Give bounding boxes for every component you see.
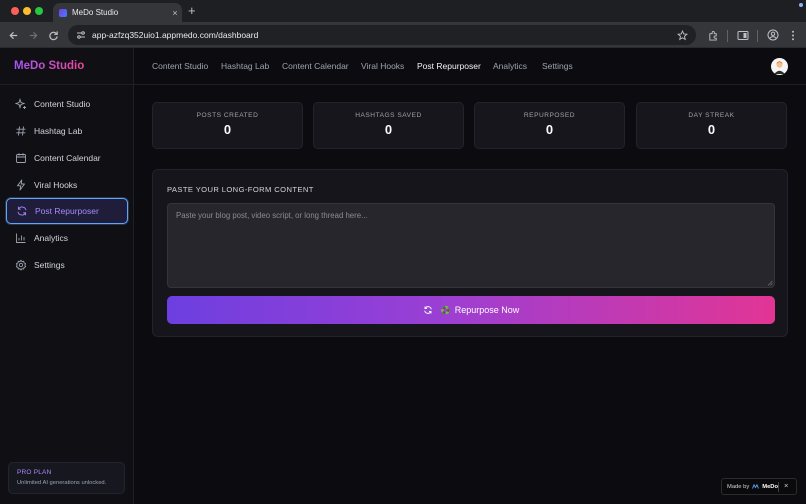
reload-icon xyxy=(48,30,58,40)
sidebar-item-content-calendar[interactable]: Content Calendar xyxy=(6,145,128,171)
sidebar-item-viral-hooks[interactable]: Viral Hooks xyxy=(6,172,128,198)
repurpose-now-button[interactable]: ♻️ Repurpose Now xyxy=(167,296,775,324)
stat-card-day-streak: DAY STREAK 0 xyxy=(636,102,787,149)
side-panel-icon xyxy=(737,30,749,40)
topnav-link-content-studio[interactable]: Content Studio xyxy=(152,61,208,71)
resize-grip-icon[interactable] xyxy=(767,280,773,286)
arrow-right-icon xyxy=(29,31,38,39)
hash-icon xyxy=(15,125,27,137)
topnav-link-hashtag-lab[interactable]: Hashtag Lab xyxy=(221,61,269,71)
lightning-icon xyxy=(15,179,27,191)
puzzle-icon xyxy=(708,30,717,41)
app-root: MeDo Studio Content Studio Hashtag Lab C… xyxy=(0,48,806,504)
button-label: Repurpose Now xyxy=(454,305,520,315)
calendar-icon xyxy=(15,152,27,164)
sidebar-item-label: Settings xyxy=(34,260,65,270)
close-badge-icon[interactable]: × xyxy=(784,481,788,490)
browser-tab[interactable]: MeDo Studio × xyxy=(53,3,182,22)
repurposer-panel: PASTE YOUR LONG-FORM CONTENT ♻️ Repurpos… xyxy=(152,169,788,337)
sidebar: MeDo Studio Content Studio Hashtag Lab C… xyxy=(0,48,134,504)
sidebar-item-hashtag-lab[interactable]: Hashtag Lab xyxy=(6,118,128,144)
browser-window: MeDo Studio × + app-azfzq352uio1.appmedo… xyxy=(0,0,806,504)
close-window-button[interactable] xyxy=(11,7,19,15)
bar-chart-icon xyxy=(15,232,27,244)
url-text: app-azfzq352uio1.appmedo.com/dashboard xyxy=(92,30,259,40)
reload-button[interactable] xyxy=(44,26,62,44)
stat-card-hashtags-saved: HASHTAGS SAVED 0 xyxy=(313,102,464,149)
sidebar-item-analytics[interactable]: Analytics xyxy=(6,225,128,251)
address-bar[interactable]: app-azfzq352uio1.appmedo.com/dashboard xyxy=(68,25,696,45)
stat-value: 0 xyxy=(545,122,554,137)
topnav-link-analytics[interactable]: Analytics xyxy=(493,61,527,71)
sidebar-item-label: Hashtag Lab xyxy=(34,126,83,136)
site-settings-icon[interactable] xyxy=(76,30,86,40)
side-panel-button[interactable] xyxy=(734,26,752,44)
user-avatar[interactable] xyxy=(771,58,788,75)
new-tab-button[interactable]: + xyxy=(188,3,196,19)
made-by-badge[interactable]: Made by MeDo × xyxy=(721,478,797,495)
long-form-content-input[interactable] xyxy=(167,203,775,288)
sidebar-item-label: Viral Hooks xyxy=(34,180,78,190)
stat-card-posts-created: POSTS CREATED 0 xyxy=(152,102,303,149)
back-button[interactable] xyxy=(4,26,22,44)
top-nav: Content Studio Hashtag Lab Content Calen… xyxy=(134,48,806,85)
badge-divider xyxy=(778,482,779,492)
stat-value: 0 xyxy=(707,122,716,137)
sidebar-item-settings[interactable]: Settings xyxy=(6,252,128,278)
extensions-button[interactable] xyxy=(704,26,722,44)
tab-title: MeDo Studio xyxy=(72,8,119,17)
stat-label: DAY STREAK xyxy=(688,112,735,119)
maximize-window-button[interactable] xyxy=(35,7,43,15)
minimize-window-button[interactable] xyxy=(23,7,31,15)
pro-plan-title: PRO PLAN xyxy=(17,469,52,476)
arrow-left-icon xyxy=(8,31,17,39)
forward-button[interactable] xyxy=(24,26,42,44)
topnav-link-content-calendar[interactable]: Content Calendar xyxy=(282,61,349,71)
app-logo[interactable]: MeDo Studio xyxy=(14,60,84,72)
stat-value: 0 xyxy=(223,122,232,137)
refresh-icon xyxy=(16,205,28,217)
stat-card-repurposed: REPURPOSED 0 xyxy=(474,102,625,149)
sparkles-icon xyxy=(15,98,27,110)
topnav-link-settings[interactable]: Settings xyxy=(542,61,573,71)
topnav-link-viral-hooks[interactable]: Viral Hooks xyxy=(361,61,404,71)
made-by-text: Made by xyxy=(727,483,750,490)
profile-indicator-icon xyxy=(799,3,803,7)
account-icon xyxy=(767,29,779,41)
more-vertical-icon xyxy=(792,30,794,40)
sidebar-item-label: Post Repurposer xyxy=(35,206,99,216)
sidebar-item-content-studio[interactable]: Content Studio xyxy=(6,91,128,117)
stat-label: POSTS CREATED xyxy=(196,112,259,119)
stat-label: REPURPOSED xyxy=(523,112,576,119)
refresh-icon xyxy=(423,305,433,315)
sidebar-item-label: Content Studio xyxy=(34,99,91,109)
made-by-brand: MeDo xyxy=(762,483,779,490)
toolbar-divider xyxy=(757,30,758,42)
browser-menu-button[interactable] xyxy=(784,26,802,44)
browser-toolbar: app-azfzq352uio1.appmedo.com/dashboard xyxy=(0,22,806,48)
pro-plan-subtitle: Unlimited AI generations unlocked. xyxy=(17,480,107,486)
panel-title: PASTE YOUR LONG-FORM CONTENT xyxy=(167,185,314,194)
topnav-link-post-repurposer[interactable]: Post Repurposer xyxy=(417,61,481,71)
medo-logo-icon xyxy=(752,484,760,489)
recycle-icon: ♻️ xyxy=(440,305,451,315)
gear-icon xyxy=(15,259,27,271)
sidebar-divider xyxy=(0,84,134,85)
medo-favicon-icon xyxy=(59,8,67,17)
tab-close-icon[interactable]: × xyxy=(168,8,182,18)
tab-bar: MeDo Studio × + xyxy=(0,0,806,22)
stat-label: HASHTAGS SAVED xyxy=(355,112,422,119)
toolbar-divider xyxy=(727,30,728,42)
sidebar-item-label: Analytics xyxy=(34,233,69,243)
sidebar-item-label: Content Calendar xyxy=(34,153,101,163)
avatar-person-icon xyxy=(774,61,785,74)
sidebar-item-post-repurposer[interactable]: Post Repurposer xyxy=(6,198,128,224)
pro-plan-card: PRO PLAN Unlimited AI generations unlock… xyxy=(8,462,125,494)
bookmark-star-icon[interactable] xyxy=(677,29,688,41)
profile-button[interactable] xyxy=(764,26,782,44)
stat-value: 0 xyxy=(384,122,393,137)
